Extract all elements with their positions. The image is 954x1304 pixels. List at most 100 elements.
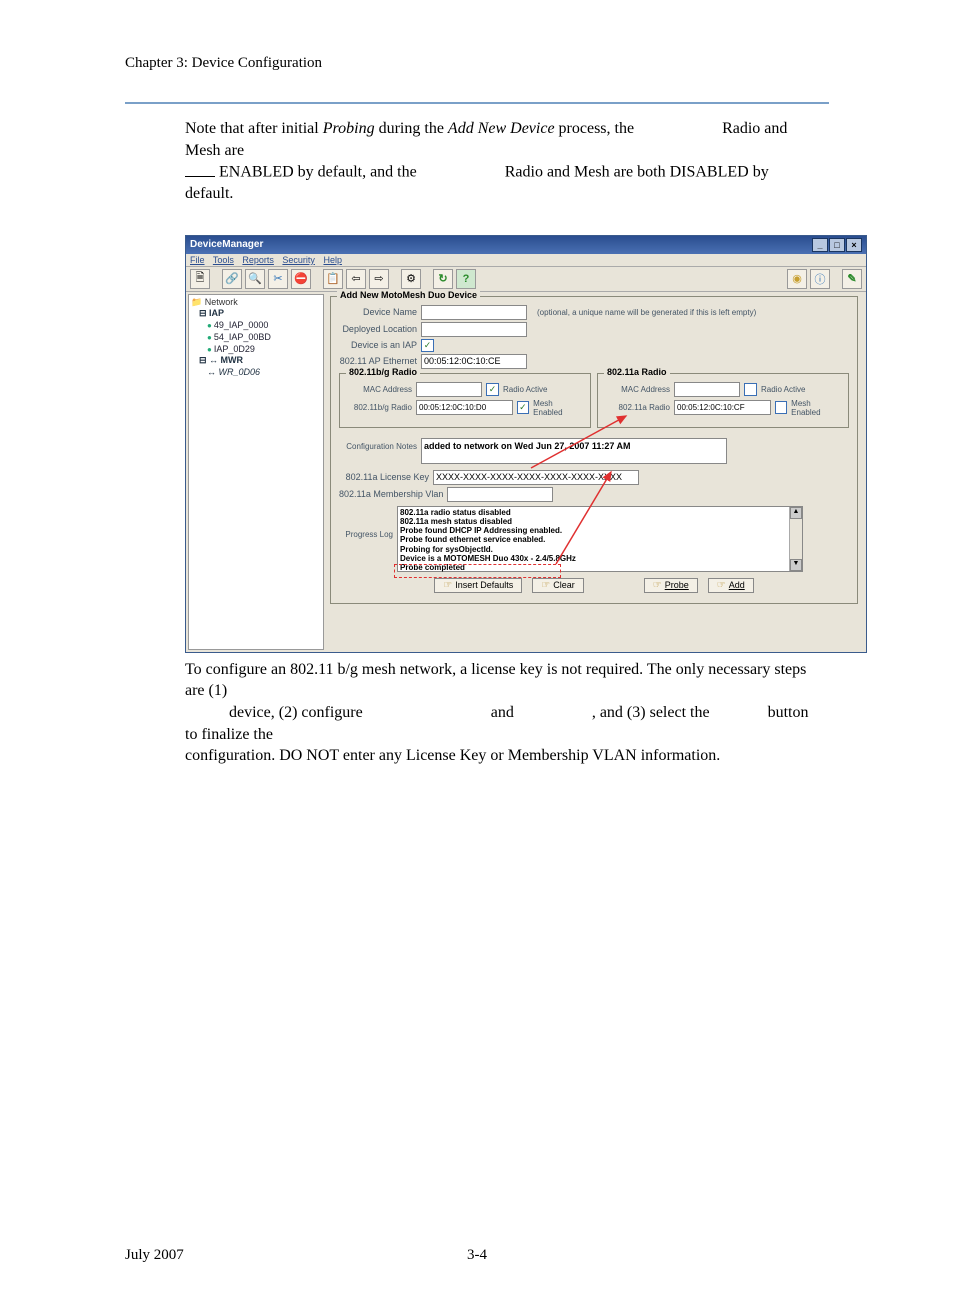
radio-a-fieldset: 802.11a Radio MAC Address Radio Active 8… (597, 373, 849, 428)
close-button[interactable]: × (846, 238, 862, 252)
t: during the (375, 120, 448, 137)
t: and (491, 704, 514, 721)
menu-reports[interactable]: Reports (242, 255, 274, 265)
btn-label: Clear (553, 580, 575, 590)
tree-item[interactable]: ↔ WR_0D06 (207, 367, 321, 379)
content-box: Note that after initial Probing during t… (125, 102, 829, 781)
radio-bg-legend: 802.11b/g Radio (346, 367, 420, 377)
blank-line (185, 161, 215, 176)
footer-page-number: 3-4 (0, 1247, 954, 1264)
mac-input[interactable] (674, 382, 740, 397)
menu-security[interactable]: Security (282, 255, 315, 265)
mesh-enabled-label: Mesh Enabled (533, 399, 582, 417)
config-icon[interactable]: ⚙ (401, 269, 421, 289)
license-label: 802.11a License Key (339, 472, 429, 482)
add-device-fieldset: Add New MotoMesh Duo Device Device Name … (330, 296, 858, 604)
tree-root[interactable]: 📁 Network (191, 297, 321, 309)
menubar: File Tools Reports Security Help (186, 254, 866, 266)
new-icon[interactable]: 🗎 (190, 269, 210, 289)
hand-icon: ☞ (717, 580, 726, 591)
find-icon[interactable]: 🔍 (245, 269, 265, 289)
fieldset-legend: Add New MotoMesh Duo Device (337, 290, 480, 300)
radio-active-checkbox[interactable] (744, 383, 757, 396)
annotation-highlight-box (394, 564, 561, 578)
after-paragraph: To configure an 802.11 b/g mesh network,… (185, 659, 817, 767)
info-icon[interactable]: ⓘ (810, 269, 830, 289)
t: ENABLED by default, and the (215, 164, 417, 181)
tools-icon[interactable]: ✂ (268, 269, 288, 289)
tree-label: WR_0D06 (219, 367, 261, 377)
minimize-button[interactable]: _ (812, 238, 828, 252)
insert-defaults-button[interactable]: ☞Insert Defaults (434, 578, 522, 593)
scroll-down-icon[interactable]: ▼ (790, 559, 802, 571)
device-name-label: Device Name (339, 307, 417, 317)
log-line: Probe found DHCP IP Addressing enabled. (400, 526, 800, 535)
progress-label: Progress Log (339, 506, 393, 539)
tree-item[interactable]: ●49_IAP_0000 (207, 320, 321, 332)
is-iap-checkbox[interactable]: ✓ (421, 339, 434, 352)
log-scrollbar[interactable]: ▲ ▼ (789, 507, 802, 571)
hand-icon: ☞ (443, 580, 452, 591)
bg-radio-input[interactable]: 00:05:12:0C:10:D0 (416, 400, 513, 415)
ethernet-label: 802.11 AP Ethernet (339, 356, 417, 366)
mesh-enabled-checkbox[interactable] (775, 401, 788, 414)
btn-label: Insert Defaults (455, 580, 513, 590)
page-footer: July 2007 3-4 (0, 1247, 954, 1304)
hand-icon: ☞ (653, 580, 662, 591)
refresh-icon[interactable]: ↻ (433, 269, 453, 289)
main-panel: Add New MotoMesh Duo Device Device Name … (326, 292, 866, 652)
menu-help[interactable]: Help (323, 255, 342, 265)
tree-label: IAP_0D29 (214, 344, 255, 354)
device-tree[interactable]: 📁 Network ⊟ IAP ●49_IAP_0000 ●54_IAP_00B… (188, 294, 324, 650)
t: Probing (323, 120, 375, 137)
mac-input[interactable] (416, 382, 482, 397)
forward-icon[interactable]: ⇨ (369, 269, 389, 289)
mac-label: MAC Address (348, 385, 412, 394)
device-name-input[interactable] (421, 305, 527, 320)
notes-input[interactable]: added to network on Wed Jun 27, 2007 11:… (421, 438, 727, 464)
record-icon[interactable]: ◉ (787, 269, 807, 289)
menu-file[interactable]: File (190, 255, 205, 265)
log-line: 802.11a mesh status disabled (400, 517, 800, 526)
radio-bg-fieldset: 802.11b/g Radio MAC Address ✓ Radio Acti… (339, 373, 591, 428)
back-icon[interactable]: ⇦ (346, 269, 366, 289)
a-radio-label: 802.11a Radio (606, 403, 670, 412)
stop-icon[interactable]: ⛔ (291, 269, 311, 289)
vlan-input[interactable] (447, 487, 553, 502)
probe-button[interactable]: ☞Probe (644, 578, 698, 593)
t: To configure an 802.11 b/g mesh network,… (185, 661, 806, 700)
deployed-input[interactable] (421, 322, 527, 337)
radio-a-legend: 802.11a Radio (604, 367, 670, 377)
notes-label: Configuration Notes (339, 438, 417, 451)
titlebar: DeviceManager _ □ × (186, 236, 866, 254)
tree-item[interactable]: ●54_IAP_00BD (207, 332, 321, 344)
chapter-header: Chapter 3: Device Configuration (125, 55, 829, 72)
window-title: DeviceManager (190, 239, 263, 250)
t: Add New Device (448, 120, 555, 137)
progress-log[interactable]: 802.11a radio status disabled 802.11a me… (397, 506, 803, 572)
pen-icon[interactable]: ✎ (842, 269, 862, 289)
tree-label: 54_IAP_00BD (214, 332, 271, 342)
tree-label: MWR (221, 355, 244, 365)
add-button[interactable]: ☞Add (708, 578, 754, 593)
menu-tools[interactable]: Tools (213, 255, 234, 265)
tree-iap[interactable]: ⊟ IAP (199, 308, 321, 320)
tree-item[interactable]: ●IAP_0D29 (207, 344, 321, 356)
help-icon[interactable]: ? (456, 269, 476, 289)
radio-active-label: Radio Active (761, 385, 805, 394)
mesh-enabled-checkbox[interactable]: ✓ (517, 401, 530, 414)
paste-icon[interactable]: 📋 (323, 269, 343, 289)
maximize-button[interactable]: □ (829, 238, 845, 252)
mesh-enabled-label: Mesh Enabled (791, 399, 840, 417)
ethernet-input[interactable]: 00:05:12:0C:10:CE (421, 354, 527, 369)
license-input[interactable]: XXXX-XXXX-XXXX-XXXX-XXXX-XXXX-XXXX (433, 470, 639, 485)
t: Note that after initial (185, 120, 323, 137)
tree-mwr[interactable]: ⊟ ↔ MWR (199, 355, 321, 367)
log-line: Probe found ethernet service enabled. (400, 535, 800, 544)
clear-button[interactable]: ☞Clear (532, 578, 583, 593)
link-icon[interactable]: 🔗 (222, 269, 242, 289)
a-radio-input[interactable]: 00:05:12:0C:10:CF (674, 400, 771, 415)
scroll-up-icon[interactable]: ▲ (790, 507, 802, 519)
radio-active-checkbox[interactable]: ✓ (486, 383, 499, 396)
tree-root-label: Network (205, 297, 238, 307)
